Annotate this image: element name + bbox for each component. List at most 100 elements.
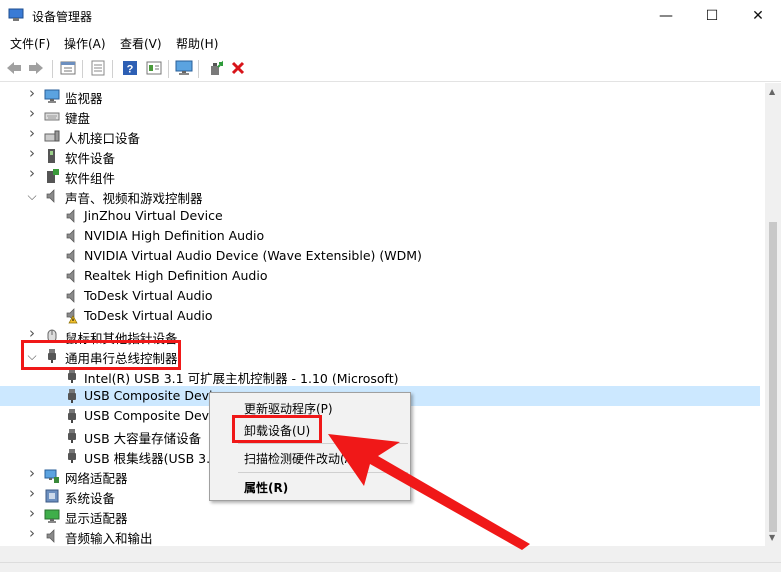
view-icon[interactable] bbox=[144, 58, 164, 78]
chevron-down-icon[interactable]: ⌵ bbox=[26, 189, 38, 203]
speaker-icon bbox=[44, 528, 60, 544]
print-icon[interactable] bbox=[88, 58, 108, 78]
scrollbar-thumb[interactable] bbox=[769, 222, 777, 532]
update-driver-icon[interactable] bbox=[206, 58, 226, 78]
close-button[interactable]: ✕ bbox=[735, 0, 781, 32]
toolbar-separator bbox=[112, 60, 113, 78]
menu-help[interactable]: 帮助(H) bbox=[176, 35, 218, 52]
speaker-icon bbox=[64, 248, 80, 264]
tree-category[interactable]: › 人机接口设备 bbox=[0, 124, 760, 146]
properties-icon[interactable] bbox=[58, 58, 78, 78]
forward-icon[interactable] bbox=[26, 58, 46, 78]
scroll-up-icon[interactable]: ▲ bbox=[769, 87, 775, 96]
software-component-icon bbox=[44, 168, 60, 184]
usb-icon bbox=[64, 408, 80, 424]
toolbar-separator bbox=[168, 60, 169, 78]
back-icon[interactable] bbox=[4, 58, 24, 78]
tree-item-label: ToDesk Virtual Audio bbox=[84, 288, 213, 303]
chevron-right-icon[interactable]: › bbox=[26, 504, 38, 522]
tree-device[interactable]: ToDesk Virtual Audio bbox=[0, 286, 760, 306]
chevron-right-icon[interactable]: › bbox=[26, 324, 38, 342]
scroll-down-icon[interactable]: ▼ bbox=[769, 533, 775, 542]
software-device-icon bbox=[44, 148, 60, 164]
tree-item-label: Intel(R) USB 3.1 可扩展主机控制器 - 1.10 (Micros… bbox=[84, 371, 399, 386]
tree-item-label: USB Composite Device bbox=[84, 408, 228, 423]
tree-item-label: NVIDIA Virtual Audio Device (Wave Extens… bbox=[84, 248, 422, 263]
tree-item-label: NVIDIA High Definition Audio bbox=[84, 228, 265, 243]
toolbar-separator bbox=[82, 60, 83, 78]
status-bar bbox=[0, 562, 781, 572]
menu-bar: 文件(F) 操作(A) 查看(V) 帮助(H) bbox=[0, 32, 781, 54]
tree-category[interactable]: ⌵ 声音、视频和游戏控制器 bbox=[0, 186, 760, 207]
red-arrow-icon bbox=[328, 434, 530, 550]
tree-item-label: 人机接口设备 bbox=[65, 131, 141, 146]
speaker-icon bbox=[64, 228, 80, 244]
highlight-uninstall-device bbox=[232, 415, 322, 443]
menu-view[interactable]: 查看(V) bbox=[120, 35, 162, 52]
display-adapter-icon bbox=[44, 508, 60, 524]
maximize-button[interactable]: ☐ bbox=[689, 0, 735, 32]
tree-device[interactable]: ToDesk Virtual Audio bbox=[0, 306, 760, 326]
tree-item-label: 键盘 bbox=[65, 111, 91, 126]
usb-icon bbox=[64, 368, 80, 384]
tree-item-label: 系统设备 bbox=[65, 491, 116, 506]
tree-item-label: 显示适配器 bbox=[65, 511, 128, 526]
context-properties[interactable]: 属性(R) bbox=[244, 479, 288, 496]
toolbar-separator bbox=[52, 60, 53, 78]
tree-category[interactable]: › 监视器 bbox=[0, 84, 760, 106]
tree-category[interactable]: › 键盘 bbox=[0, 104, 760, 126]
keyboard-icon bbox=[44, 108, 60, 124]
tree-category[interactable]: › 软件设备 bbox=[0, 144, 760, 166]
chevron-right-icon[interactable]: › bbox=[26, 104, 38, 122]
chevron-right-icon[interactable]: › bbox=[26, 524, 38, 542]
remove-icon[interactable] bbox=[228, 58, 248, 78]
tree-item-label: 软件设备 bbox=[65, 151, 116, 166]
toolbar-separator bbox=[198, 60, 199, 78]
menu-action[interactable]: 操作(A) bbox=[64, 35, 106, 52]
minimize-button[interactable]: — bbox=[643, 0, 689, 32]
tree-item-label: 声音、视频和游戏控制器 bbox=[65, 191, 203, 206]
speaker-icon bbox=[64, 268, 80, 284]
tree-item-label: Realtek High Definition Audio bbox=[84, 268, 268, 283]
toolbar: ? bbox=[0, 54, 781, 82]
hid-icon bbox=[44, 128, 60, 144]
tree-item-label: 监视器 bbox=[65, 91, 103, 106]
device-manager-icon bbox=[8, 8, 24, 21]
network-icon bbox=[44, 468, 60, 484]
tree-item-label: ToDesk Virtual Audio bbox=[84, 308, 213, 323]
speaker-icon bbox=[64, 288, 80, 304]
chevron-right-icon[interactable]: › bbox=[26, 484, 38, 502]
title-bar: 设备管理器 — ☐ ✕ bbox=[0, 0, 781, 32]
svg-text:?: ? bbox=[127, 64, 134, 76]
tree-item-label: USB 大容量存储设备 bbox=[84, 431, 202, 446]
tree-item-label: USB 根集线器(USB 3.0) bbox=[84, 451, 223, 466]
monitor-icon bbox=[44, 88, 60, 104]
tree-device[interactable]: JinZhou Virtual Device bbox=[0, 206, 760, 226]
monitor-icon[interactable] bbox=[174, 58, 194, 78]
speaker-icon bbox=[64, 208, 80, 224]
chevron-right-icon[interactable]: › bbox=[26, 144, 38, 162]
tree-device[interactable]: NVIDIA High Definition Audio bbox=[0, 226, 760, 246]
tree-device[interactable]: NVIDIA Virtual Audio Device (Wave Extens… bbox=[0, 246, 760, 266]
usb-icon bbox=[64, 428, 80, 444]
tree-item-label: USB Composite Device bbox=[84, 388, 228, 403]
window-title: 设备管理器 bbox=[32, 10, 93, 24]
speaker-icon bbox=[44, 188, 60, 204]
tree-item-label: 软件组件 bbox=[65, 171, 116, 186]
chevron-right-icon[interactable]: › bbox=[26, 124, 38, 142]
usb-icon bbox=[64, 448, 80, 464]
menu-file[interactable]: 文件(F) bbox=[10, 35, 50, 52]
tree-item-label: 音频输入和输出 bbox=[65, 531, 153, 546]
tree-category[interactable]: › 软件组件 bbox=[0, 164, 760, 186]
tree-device[interactable]: Realtek High Definition Audio bbox=[0, 266, 760, 286]
scrollbar-corner bbox=[765, 546, 781, 562]
chevron-right-icon[interactable]: › bbox=[26, 164, 38, 182]
chevron-right-icon[interactable]: › bbox=[26, 464, 38, 482]
chevron-right-icon[interactable]: › bbox=[26, 84, 38, 102]
tree-item-label: 网络适配器 bbox=[65, 471, 128, 486]
help-icon[interactable]: ? bbox=[120, 58, 140, 78]
tree-item-label: JinZhou Virtual Device bbox=[84, 208, 223, 223]
usb-icon bbox=[64, 388, 80, 404]
highlight-usb-controllers bbox=[21, 340, 181, 370]
system-icon bbox=[44, 488, 60, 504]
